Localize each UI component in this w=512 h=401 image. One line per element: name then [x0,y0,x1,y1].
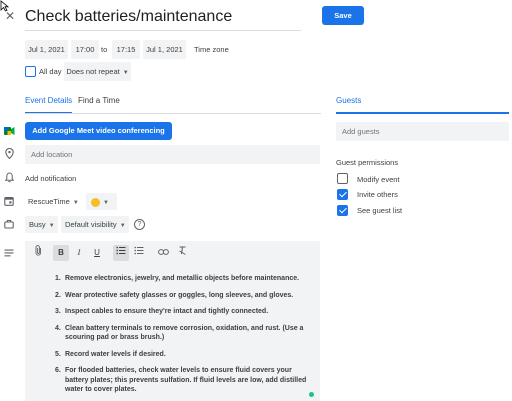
list-item: 4. Clean battery terminals to remove corr… [55,324,304,342]
location-placeholder: Add location [31,150,73,159]
modify-event-label: Modify event [357,175,400,184]
add-guests-input[interactable]: Add guests [336,122,509,141]
repeat-value: Does not repeat [66,67,120,76]
guest-permissions-heading: Guest permissions [336,158,399,167]
location-pin-icon [5,148,14,159]
end-time-chip[interactable]: 17:15 [112,40,140,59]
list-item: 6. For flooded batteries, check water lev… [55,367,307,393]
grammarly-dot-icon [309,392,314,397]
list-item: 2. Wear protective safety glasses or gogg… [55,291,294,299]
busy-dropdown[interactable]: Busy ▼ [25,216,58,233]
help-glyph: ? [137,221,142,228]
repeat-dropdown[interactable]: Does not repeat ▼ [64,62,131,81]
underline-glyph: U [94,248,100,257]
chevron-down-icon: ▼ [119,223,126,229]
tab-find-time-label: Find a Time [78,96,120,105]
briefcase-icon [4,219,14,229]
description-editor[interactable]: B I U 1. Remove electronics, jewelry, and… [25,241,320,401]
add-meet-button[interactable]: Add Google Meet video conferencing [25,122,172,140]
save-button[interactable]: Save [322,6,364,25]
help-icon[interactable]: ? [134,219,145,230]
chevron-down-icon: ▼ [103,200,109,206]
attachment-icon[interactable] [30,245,46,261]
list-item: 1. Remove electronics, jewelry, and metal… [55,275,300,282]
tab-event-details[interactable]: Event Details [25,96,73,114]
close-icon[interactable]: ✕ [5,10,15,22]
numbered-list-icon [116,246,126,255]
google-meet-icon [4,127,15,135]
start-time-chip[interactable]: 17:00 [71,40,99,59]
bold-button[interactable]: B [53,245,69,261]
add-notification-link[interactable]: Add notification [25,174,76,183]
tab-guests[interactable]: Guests [336,96,509,114]
bulleted-list-icon [134,246,144,255]
all-day-checkbox[interactable] [25,66,36,77]
maintenance-steps-list: 1. Remove electronics, jewelry, and metal… [55,274,317,401]
all-day-label: All day [39,67,62,76]
list-item: 5. Record water levels if desired. [55,350,166,358]
clear-format-button[interactable] [174,245,190,261]
tab-find-time[interactable]: Find a Time [78,96,120,114]
calendar-value: RescueTime [28,197,70,206]
details-tab-divider [25,113,321,114]
event-color-dropdown[interactable]: ▼ [86,193,117,210]
to-label: to [101,45,108,54]
visibility-dropdown[interactable]: Default visibility ▼ [61,216,129,233]
chevron-down-icon: ▼ [122,70,129,76]
list-item: 3. Inspect cables to ensure they're intac… [55,308,269,315]
chevron-down-icon: ▼ [48,223,55,229]
link-icon [157,249,169,255]
calendar-dropdown[interactable]: RescueTime ▼ [25,194,80,210]
invite-others-label: Invite others [357,190,398,199]
description-icon [4,249,14,257]
link-button[interactable] [155,245,171,261]
underline-button[interactable]: U [89,245,105,261]
see-guest-list-checkbox[interactable] [337,205,348,216]
bold-glyph: B [58,248,64,257]
invite-others-checkbox[interactable] [337,189,348,200]
add-guests-placeholder: Add guests [342,127,380,136]
modify-event-checkbox[interactable] [337,173,348,184]
see-guest-list-label: See guest list [357,206,403,215]
numbered-list-button[interactable] [113,245,129,261]
color-swatch [91,197,100,207]
italic-button[interactable]: I [71,245,87,261]
bulleted-list-button[interactable] [131,245,147,261]
visibility-value: Default visibility [65,220,117,229]
clear-format-icon [178,246,186,255]
busy-value: Busy [29,220,46,229]
event-title-text: Check batteries/maintenance [25,8,233,25]
location-input[interactable]: Add location [25,145,320,164]
start-date-chip[interactable]: Jul 1, 2021 [25,40,68,59]
bell-icon [5,172,14,183]
tab-guests-label: Guests [336,96,362,105]
tab-event-details-label: Event Details [25,96,73,105]
italic-glyph: I [77,248,81,257]
event-title-input[interactable]: Check batteries/maintenance [25,6,301,31]
calendar-icon [4,196,14,206]
timezone-link[interactable]: Time zone [194,45,229,54]
end-date-chip[interactable]: Jul 1, 2021 [143,40,186,59]
chevron-down-icon: ▼ [72,200,79,206]
